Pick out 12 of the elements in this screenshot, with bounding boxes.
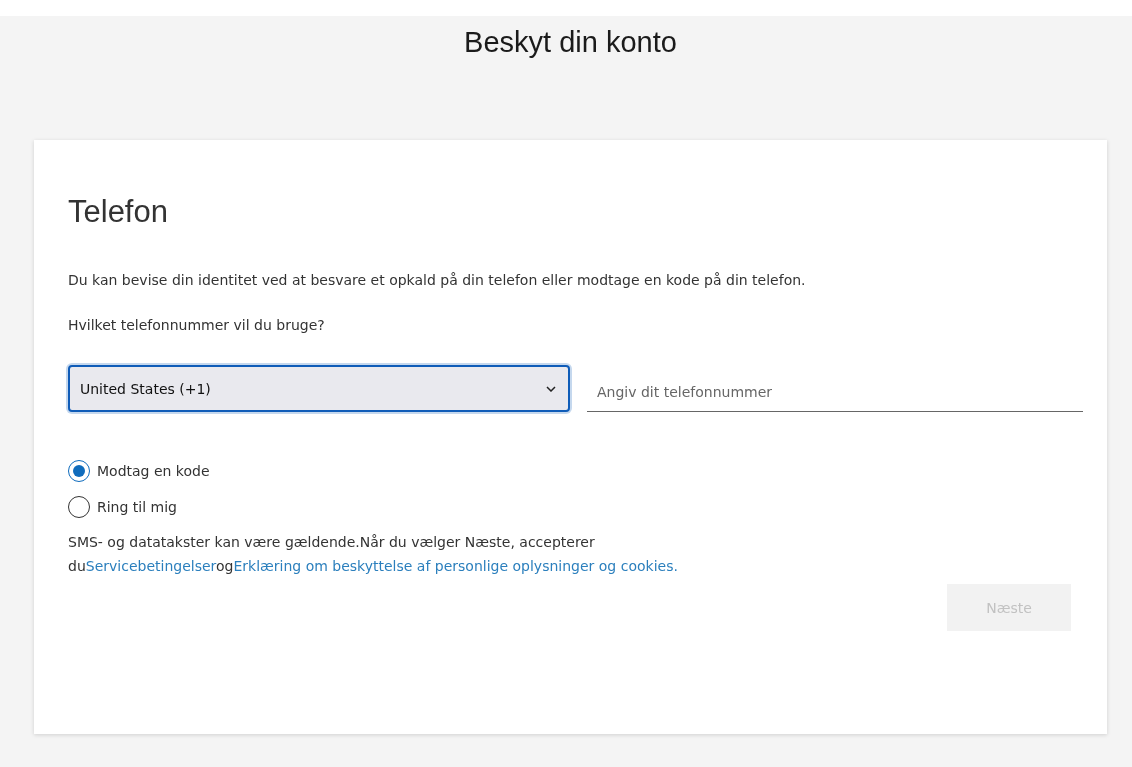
section-heading: Telefon	[68, 194, 169, 230]
description-text: Du kan bevise din identitet ved at besvare et opkald på din telefon eller modtage en kode på din telefon.	[68, 271, 807, 290]
phone-input-field[interactable]: Angiv dit telefonnummer	[587, 372, 1083, 412]
legal-link[interactable]: Erklæring om beskyttelse af personlige oplysninger og cookies.	[233, 558, 678, 574]
country-select[interactable]: United States (+1)	[68, 365, 570, 412]
page-title: Beskyt din konto	[464, 26, 677, 59]
radio-label[interactable]: Modtag en kode	[97, 463, 210, 479]
legal-link[interactable]: Servicebetingelser	[85, 558, 216, 574]
question-text: Hvilket telefonnummer vil du bruge?	[68, 316, 326, 335]
legal-text: SMS- og datatakster kan være gældende.Når du vælger Næste, accepterer duServicebetingelserog Erklæring om beskyttelse af personlige oplysninger og cookies.	[68, 533, 679, 576]
chevron-icon	[546, 385, 556, 392]
radio-label[interactable]: Ring til mig	[97, 499, 177, 515]
